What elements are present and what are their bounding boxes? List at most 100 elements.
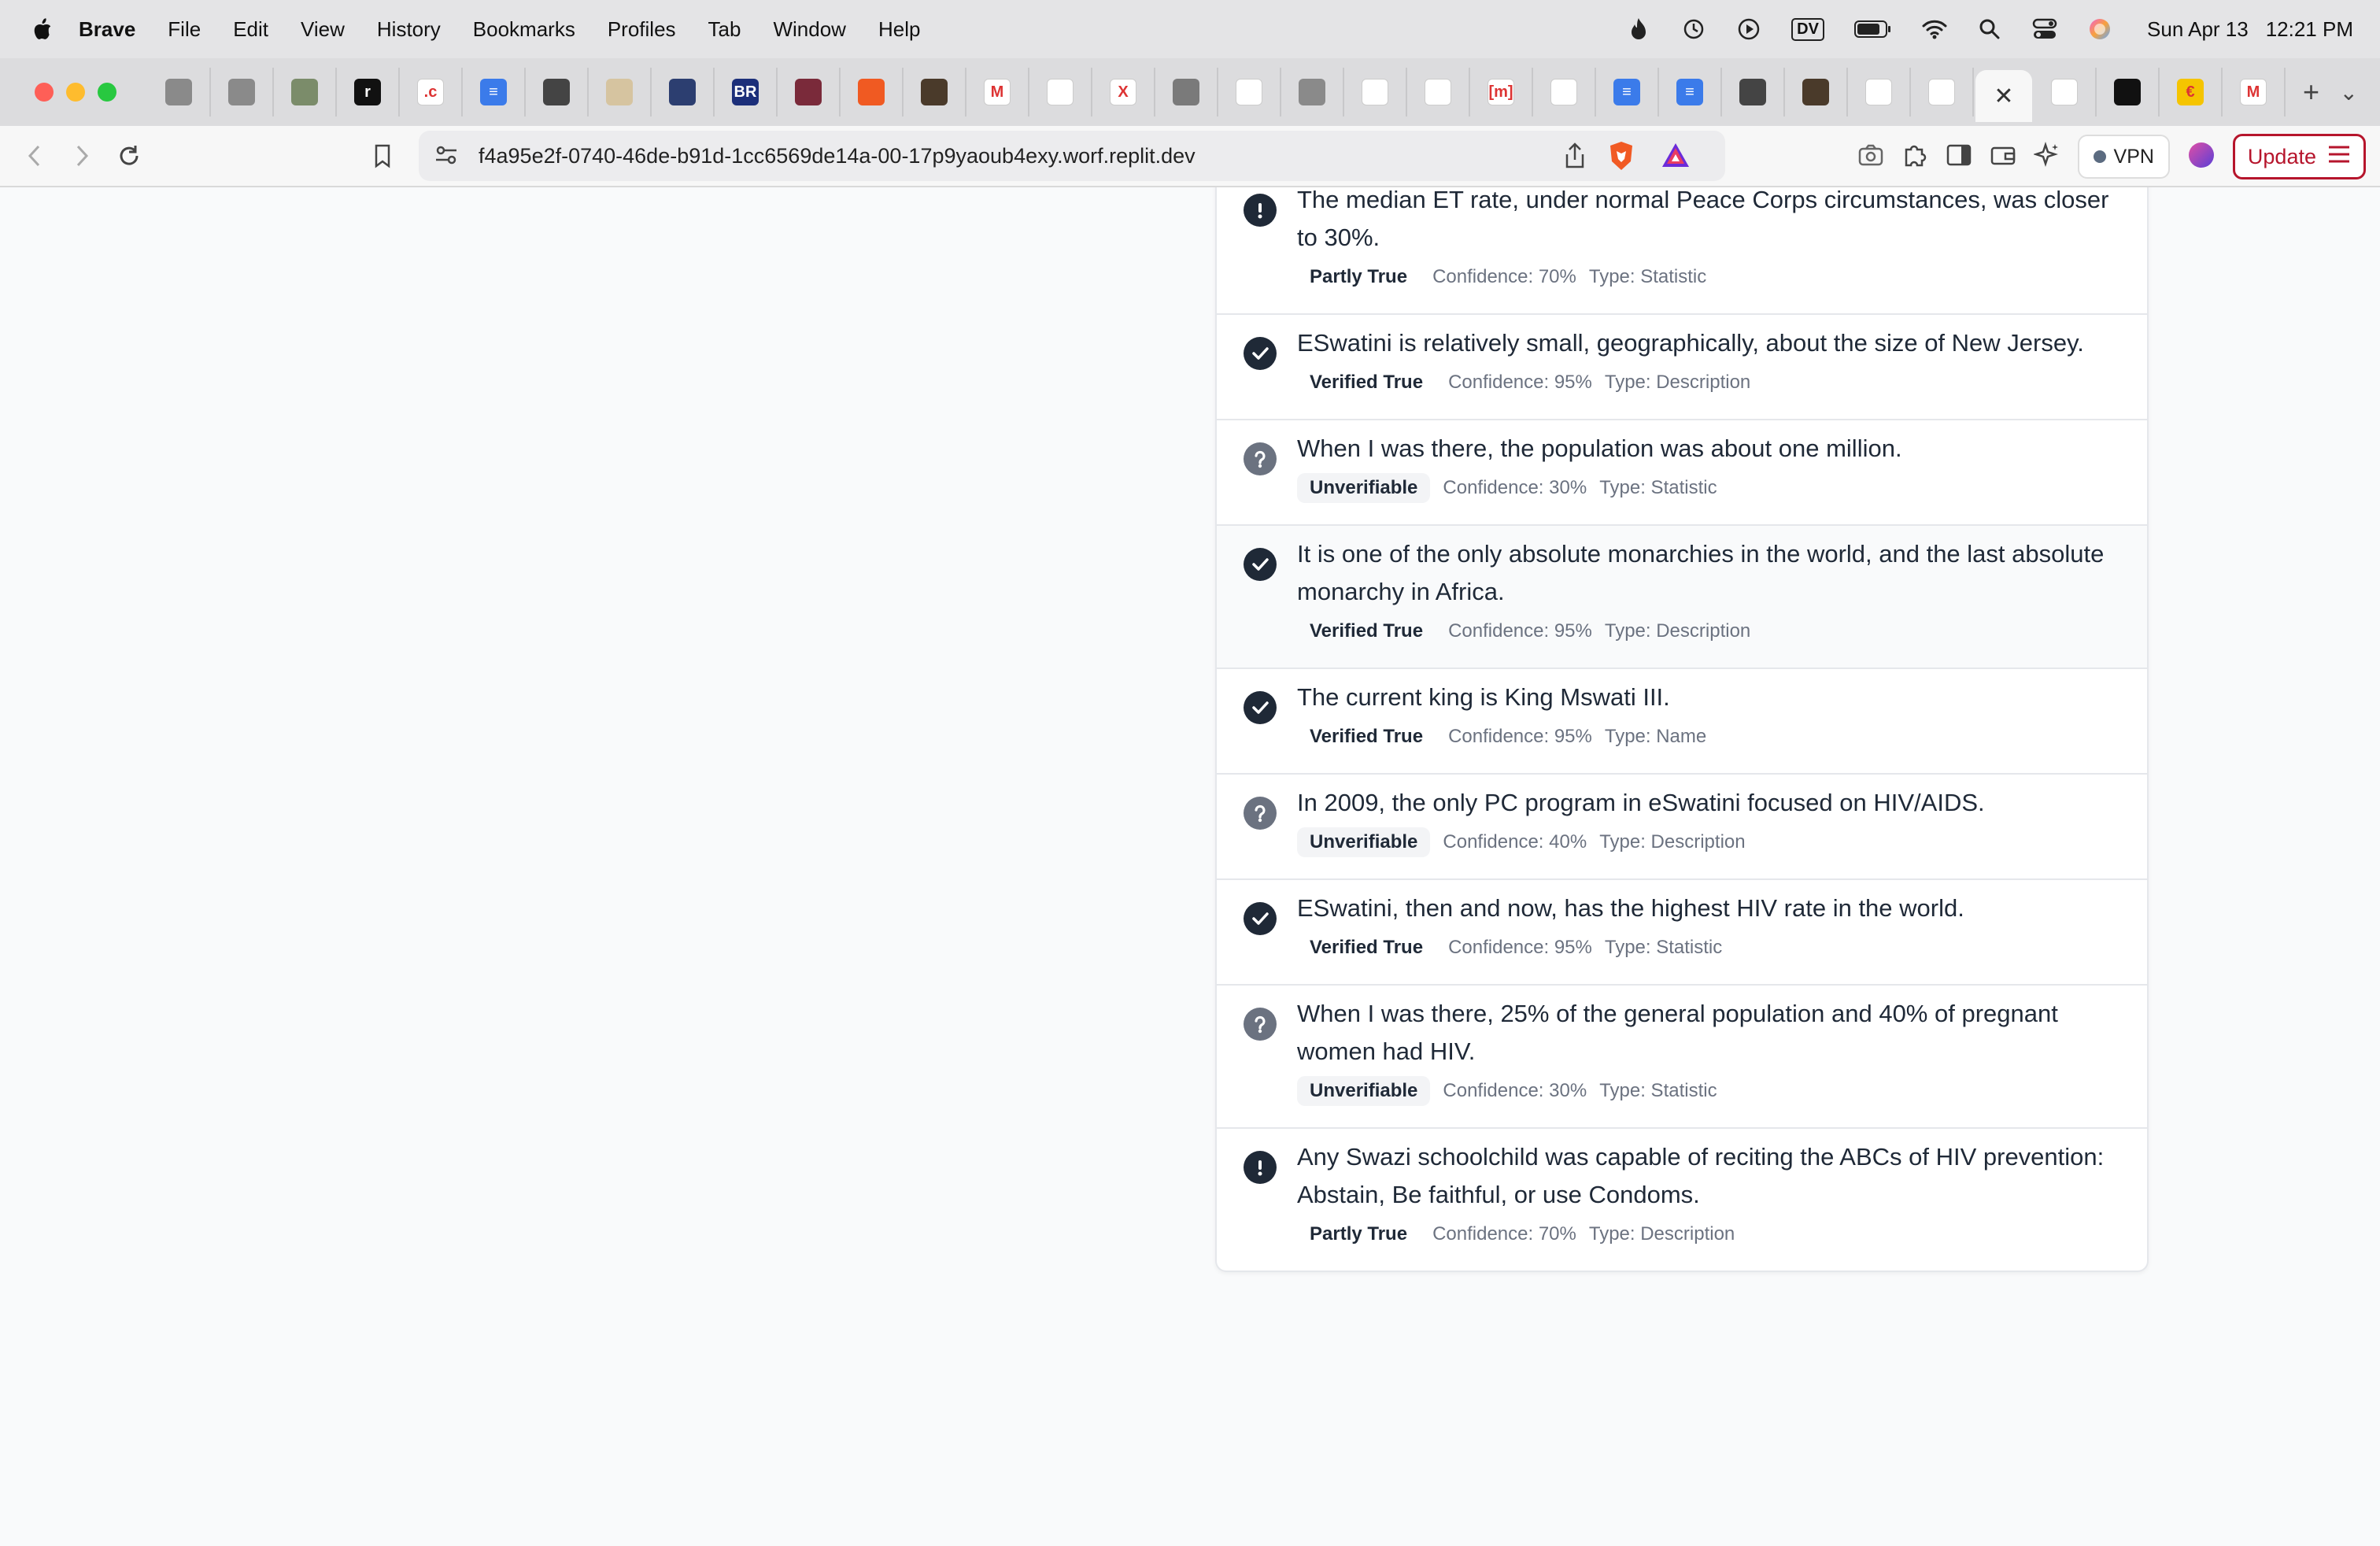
new-tab-button[interactable]: + <box>2303 76 2319 109</box>
tab-32[interactable]: € <box>2160 68 2223 117</box>
dv-icon[interactable]: DV <box>1790 15 1826 43</box>
tab-26[interactable] <box>1722 68 1785 117</box>
claim-row[interactable]: ESwatini, then and now, has the highest … <box>1217 880 2147 986</box>
menubar-time[interactable]: 12:21 PM <box>2266 17 2353 42</box>
confidence-label: Confidence: 30% <box>1443 477 1587 498</box>
site-settings-icon[interactable] <box>433 142 460 172</box>
menu-view[interactable]: View <box>301 17 345 42</box>
bookmark-icon[interactable] <box>368 142 397 170</box>
vpn-button[interactable]: VPN <box>2077 135 2170 179</box>
claim-row[interactable]: ESwatini is relatively small, geographic… <box>1217 315 2147 420</box>
address-bar[interactable]: f4a95e2f-0740-46de-b91d-1cc6569de14a-00-… <box>419 131 1725 181</box>
verdict-badge: Unverifiable <box>1297 827 1431 857</box>
zoom-window-button[interactable] <box>98 83 116 102</box>
control-center-icon[interactable] <box>2031 15 2059 43</box>
menu-history[interactable]: History <box>377 17 441 42</box>
spotlight-search-icon[interactable] <box>1975 15 2004 43</box>
menu-edit[interactable]: Edit <box>233 17 268 42</box>
claim-row[interactable]: When I was there, 25% of the general pop… <box>1217 986 2147 1129</box>
menu-bookmarks[interactable]: Bookmarks <box>473 17 575 42</box>
tab-search-chevron-icon[interactable]: ⌄ <box>2340 80 2358 105</box>
tab-14[interactable]: M <box>966 68 1029 117</box>
extensions-puzzle-icon[interactable] <box>1901 142 1928 172</box>
tab-9[interactable] <box>652 68 715 117</box>
claim-row[interactable]: The current king is King Mswati III. Veri… <box>1217 669 2147 775</box>
share-icon[interactable] <box>1563 142 1587 174</box>
tab-22[interactable]: [m] <box>1470 68 1533 117</box>
siri-icon[interactable] <box>2086 15 2114 43</box>
claim-row[interactable]: In 2009, the only PC program in eSwatini… <box>1217 775 2147 880</box>
tab-33[interactable]: M <box>2223 68 2286 117</box>
claim-row[interactable]: It is one of the only absolute monarchie… <box>1217 526 2147 669</box>
tab-4[interactable]: r <box>337 68 400 117</box>
leo-ai-sparkle-icon[interactable] <box>2032 141 2060 172</box>
menu-profiles[interactable]: Profiles <box>608 17 676 42</box>
tab-17[interactable] <box>1155 68 1218 117</box>
tab-3[interactable] <box>274 68 337 117</box>
tab-15[interactable] <box>1029 68 1092 117</box>
tab-2[interactable] <box>211 68 274 117</box>
tab-20[interactable] <box>1344 68 1407 117</box>
claim-row[interactable]: The median ET rate, under normal Peace C… <box>1217 187 2147 315</box>
history-icon[interactable] <box>1680 15 1708 43</box>
confidence-label: Confidence: 40% <box>1443 831 1587 853</box>
menu-app-name[interactable]: Brave <box>79 17 135 42</box>
tab-5[interactable]: .c <box>400 68 463 117</box>
close-window-button[interactable] <box>35 83 54 102</box>
update-label: Update <box>2247 144 2316 168</box>
claim-row[interactable]: When I was there, the population was abo… <box>1217 420 2147 526</box>
update-menu-button[interactable]: Update <box>2232 134 2366 179</box>
apple-logo-icon[interactable] <box>33 17 52 42</box>
battery-icon[interactable] <box>1853 15 1894 43</box>
claim-row[interactable]: Any Swazi schoolchild was capable of rec… <box>1217 1129 2147 1270</box>
brave-shields-icon[interactable] <box>1607 140 1635 176</box>
tab-11[interactable] <box>778 68 841 117</box>
tab-active[interactable]: ✕ <box>1975 70 2032 122</box>
claim-meta: Partly True Confidence: 70% Type: Descript… <box>1297 1219 2123 1250</box>
tab-31[interactable] <box>2097 68 2160 117</box>
checkmark-icon <box>1244 337 1277 370</box>
tab-30[interactable] <box>2034 68 2097 117</box>
tab-13[interactable] <box>904 68 966 117</box>
tab-24[interactable]: ≡ <box>1596 68 1659 117</box>
screenshot-camera-icon[interactable] <box>1857 143 1884 171</box>
tab-favicon-icon <box>165 79 192 105</box>
tab-18[interactable] <box>1218 68 1281 117</box>
tab-19[interactable] <box>1281 68 1344 117</box>
page-content: The median ET rate, under normal Peace C… <box>0 187 2380 1546</box>
menubar-date[interactable]: Sun Apr 13 <box>2147 17 2249 42</box>
tab-29[interactable] <box>1911 68 1974 117</box>
back-button[interactable] <box>20 142 49 170</box>
tab-28[interactable] <box>1848 68 1911 117</box>
tab-12[interactable] <box>841 68 904 117</box>
tab-6[interactable]: ≡ <box>463 68 526 117</box>
close-tab-icon[interactable]: ✕ <box>1994 83 2013 110</box>
claim-meta: Verified True Confidence: 95% Type: Statis… <box>1297 932 2123 963</box>
sidebar-toggle-icon[interactable] <box>1946 143 1972 171</box>
tab-23[interactable] <box>1533 68 1596 117</box>
play-icon[interactable] <box>1735 15 1763 43</box>
claim-type-label: Type: Name <box>1604 726 1707 747</box>
tab-21[interactable] <box>1407 68 1470 117</box>
menu-window[interactable]: Window <box>773 17 845 42</box>
menu-tab[interactable]: Tab <box>708 17 741 42</box>
url-text[interactable]: f4a95e2f-0740-46de-b91d-1cc6569de14a-00-… <box>479 144 1196 168</box>
tab-7[interactable] <box>526 68 589 117</box>
tab-27[interactable] <box>1785 68 1848 117</box>
profile-avatar[interactable] <box>2187 141 2216 173</box>
tab-16[interactable]: X <box>1092 68 1155 117</box>
minimize-window-button[interactable] <box>66 83 85 102</box>
menu-help[interactable]: Help <box>878 17 920 42</box>
forward-button[interactable] <box>68 142 96 170</box>
wifi-icon[interactable] <box>1920 15 1949 43</box>
tab-8[interactable] <box>589 68 652 117</box>
tab-10[interactable]: BR <box>715 68 778 117</box>
menu-file[interactable]: File <box>168 17 201 42</box>
brave-rewards-icon[interactable] <box>1661 142 1691 172</box>
tab-1[interactable] <box>148 68 211 117</box>
tab-favicon-icon <box>1802 79 1829 105</box>
reload-button[interactable] <box>115 142 143 170</box>
wallet-icon[interactable] <box>1990 143 2016 171</box>
flame-icon[interactable] <box>1624 15 1653 43</box>
tab-25[interactable]: ≡ <box>1659 68 1722 117</box>
